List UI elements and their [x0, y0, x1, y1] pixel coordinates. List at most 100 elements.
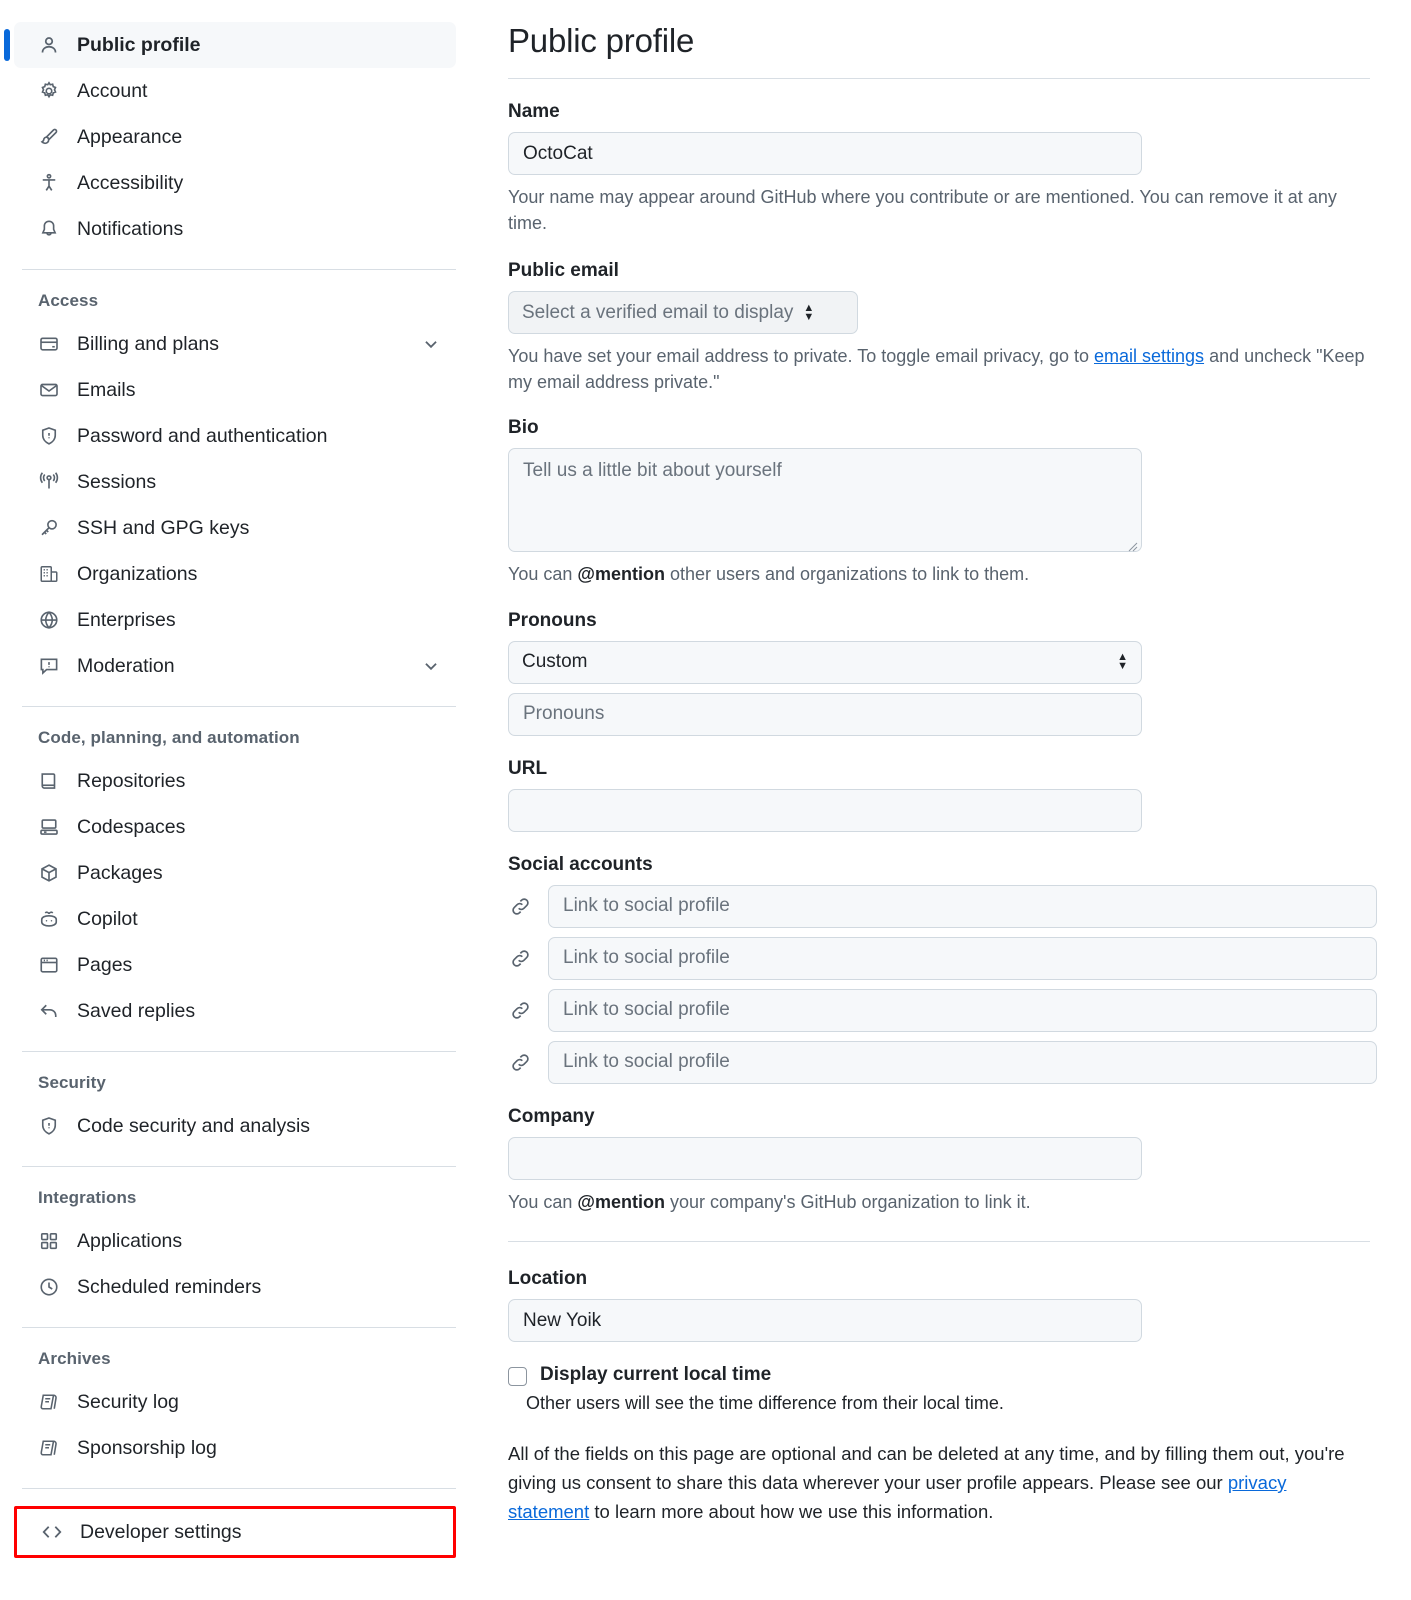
pronouns-select[interactable]: Custom ▲ ▼ — [508, 640, 1142, 684]
link-icon — [508, 1000, 532, 1021]
email-settings-link[interactable]: email settings — [1094, 346, 1204, 366]
location-input-value: New Yoik — [523, 1309, 602, 1331]
sidebar-item-developer-settings[interactable]: Developer settings — [17, 1509, 453, 1555]
shield-check-icon — [38, 1115, 60, 1137]
sidebar-item-codespaces[interactable]: Codespaces — [14, 804, 456, 850]
help-before: You can — [508, 564, 578, 585]
organization-icon — [38, 563, 60, 585]
sidebar-item-code-security-and-analysis[interactable]: Code security and analysis — [14, 1103, 456, 1149]
sidebar-item-label: Code security and analysis — [77, 1114, 311, 1137]
social-profile-placeholder: Link to social profile — [563, 999, 730, 1021]
company-input[interactable] — [508, 1136, 1142, 1180]
social-profile-placeholder: Link to social profile — [563, 895, 730, 917]
resize-handle-icon[interactable] — [1126, 536, 1138, 552]
social-accounts-group: Social accounts Link to social profile L… — [508, 854, 1401, 1084]
social-profile-input[interactable]: Link to social profile — [548, 988, 1377, 1032]
social-profile-placeholder: Link to social profile — [563, 947, 730, 969]
company-label: Company — [508, 1105, 595, 1127]
social-row: Link to social profile — [508, 1040, 1401, 1084]
sidebar-item-label: Notifications — [77, 217, 184, 240]
sidebar-item-label: Sponsorship log — [77, 1436, 217, 1459]
nav-group-security: Security Code security and analysis — [0, 1069, 470, 1149]
name-input[interactable]: OctoCat — [508, 132, 1142, 175]
display-local-time-label: Display current local time — [540, 1364, 772, 1386]
sidebar-item-applications[interactable]: Applications — [14, 1218, 456, 1264]
nav-group-profile: Public profile Account Appearance Access… — [0, 22, 470, 252]
sidebar-item-copilot[interactable]: Copilot — [14, 896, 456, 942]
sidebar-item-public-profile[interactable]: Public profile — [4, 22, 456, 68]
sidebar-item-label: SSH and GPG keys — [77, 516, 250, 539]
paintbrush-icon — [38, 126, 60, 148]
sidebar-item-account[interactable]: Account — [14, 68, 456, 114]
browser-icon — [38, 954, 60, 976]
url-label: URL — [508, 757, 548, 779]
name-help-text: Your name may appear around GitHub where… — [508, 187, 1337, 233]
sidebar-item-notifications[interactable]: Notifications — [14, 206, 456, 252]
sidebar-item-organizations[interactable]: Organizations — [14, 551, 456, 597]
sidebar-item-sessions[interactable]: Sessions — [14, 459, 456, 505]
sidebar-item-sponsorship-log[interactable]: Sponsorship log — [14, 1425, 456, 1471]
sidebar-item-saved-replies[interactable]: Saved replies — [14, 988, 456, 1034]
sidebar-group-title: Code, planning, and automation — [38, 728, 300, 747]
sidebar-divider — [22, 1327, 456, 1328]
pronouns-custom-input[interactable]: Pronouns — [508, 692, 1142, 736]
public-profile-form: Public profile Name OctoCat Your name ma… — [470, 0, 1411, 1600]
sidebar-item-security-log[interactable]: Security log — [14, 1379, 456, 1425]
url-input[interactable] — [508, 788, 1142, 832]
url-field-group: URL — [508, 758, 1401, 832]
sidebar-item-enterprises[interactable]: Enterprises — [14, 597, 456, 643]
key-icon — [38, 517, 60, 539]
log-icon — [38, 1391, 60, 1413]
sidebar-item-label: Packages — [77, 861, 163, 884]
sidebar-item-billing-and-plans[interactable]: Billing and plans — [14, 321, 456, 367]
location-input[interactable]: New Yoik — [508, 1299, 1142, 1343]
chevron-down-icon[interactable] — [422, 335, 440, 353]
globe-icon — [38, 609, 60, 631]
sidebar-item-label: Emails — [77, 378, 136, 401]
report-icon — [38, 655, 60, 677]
nav-group-code-planning-automation: Code, planning, and automation Repositor… — [0, 724, 470, 1034]
sidebar-item-packages[interactable]: Packages — [14, 850, 456, 896]
title-divider — [508, 78, 1370, 79]
sidebar-item-label: Appearance — [77, 125, 183, 148]
social-profile-input[interactable]: Link to social profile — [548, 936, 1377, 980]
sidebar-item-password-and-authentication[interactable]: Password and authentication — [14, 413, 456, 459]
link-icon — [508, 896, 532, 917]
chevron-down-icon[interactable] — [422, 657, 440, 675]
privacy-footnote: All of the fields on this page are optio… — [508, 1440, 1370, 1526]
sidebar-divider — [22, 1051, 456, 1052]
sidebar-item-emails[interactable]: Emails — [14, 367, 456, 413]
bio-field-group: Bio Tell us a little bit about yourself … — [508, 417, 1401, 588]
social-row: Link to social profile — [508, 988, 1401, 1032]
sidebar-item-pages[interactable]: Pages — [14, 942, 456, 988]
bio-textarea[interactable]: Tell us a little bit about yourself — [508, 448, 1142, 553]
social-profile-input[interactable]: Link to social profile — [548, 884, 1377, 928]
sidebar-item-moderation[interactable]: Moderation — [14, 643, 456, 689]
sidebar-item-appearance[interactable]: Appearance — [14, 114, 456, 160]
sidebar-item-scheduled-reminders[interactable]: Scheduled reminders — [14, 1264, 456, 1310]
person-icon — [38, 34, 60, 56]
sidebar-item-label: Accessibility — [77, 171, 184, 194]
sidebar-item-ssh-and-gpg-keys[interactable]: SSH and GPG keys — [14, 505, 456, 551]
sidebar-item-label: Public profile — [77, 33, 201, 56]
public-email-select[interactable]: Select a verified email to display ▲ ▼ — [508, 291, 858, 335]
company-field-group: Company You can @mention your company's … — [508, 1106, 1401, 1216]
name-field-group: Name OctoCat Your name may appear around… — [508, 101, 1401, 236]
sidebar-item-repositories[interactable]: Repositories — [14, 758, 456, 804]
social-profile-input[interactable]: Link to social profile — [548, 1040, 1377, 1084]
chevron-updown-icon: ▲ ▼ — [1117, 651, 1128, 673]
page-title: Public profile — [508, 22, 695, 59]
settings-sidebar: Public profile Account Appearance Access… — [0, 0, 470, 1600]
name-input-value: OctoCat — [523, 142, 593, 164]
sidebar-divider — [22, 1166, 456, 1167]
sidebar-item-accessibility[interactable]: Accessibility — [14, 160, 456, 206]
sidebar-item-label: Account — [77, 79, 148, 102]
nav-group-integrations: Integrations Applications Scheduled remi… — [0, 1184, 470, 1310]
bio-help-text: You can @mention other users and organiz… — [508, 562, 1368, 588]
public-email-help-text: You have set your email address to priva… — [508, 344, 1368, 395]
sidebar-item-label: Organizations — [77, 562, 198, 585]
display-local-time-checkbox[interactable] — [508, 1367, 527, 1387]
public-email-label: Public email — [508, 260, 619, 282]
help-after: other users and organizations to link to… — [664, 564, 1030, 585]
footnote-before: All of the fields on this page are optio… — [508, 1443, 1345, 1493]
